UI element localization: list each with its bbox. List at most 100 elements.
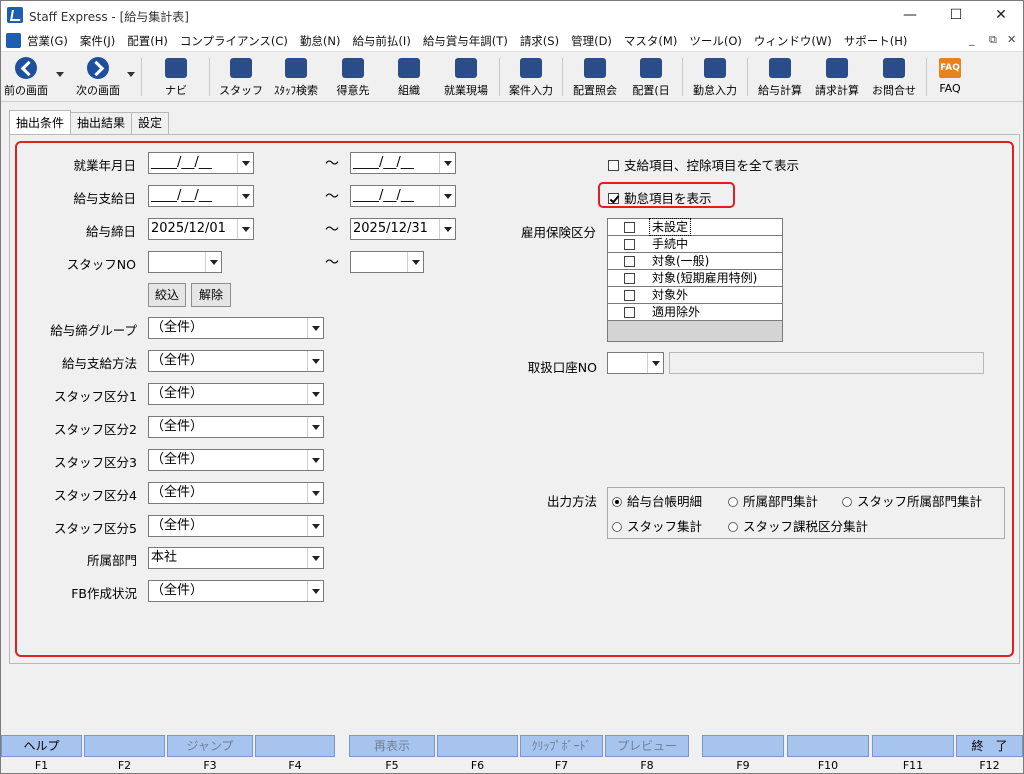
f11-button[interactable] [872, 735, 954, 757]
chevron-down-icon[interactable] [307, 351, 323, 371]
list-item[interactable]: 手続中 [608, 236, 782, 253]
checkbox-unchecked-icon[interactable] [624, 256, 635, 267]
chevron-down-icon[interactable] [307, 417, 323, 437]
staff-cat5-select[interactable]: （全件） [148, 515, 324, 537]
client-button[interactable]: 得意先 [329, 54, 377, 100]
staff-search-button[interactable]: ｽﾀｯﾌ検索 [267, 54, 325, 100]
menu-billing[interactable]: 請求(S) [520, 33, 559, 49]
output-dept-summary-radio[interactable]: 所属部門集計 [728, 491, 818, 510]
close-date-to-field[interactable]: 2025/12/31 [350, 218, 456, 240]
chevron-down-icon[interactable] [307, 384, 323, 404]
staff-no-from-select[interactable] [148, 251, 222, 273]
chevron-down-icon[interactable] [647, 353, 663, 373]
f7-clipboard-button[interactable]: ｸﾘｯﾌﾟﾎﾞｰﾄﾞ [520, 735, 603, 757]
navi-button[interactable]: ナビ [153, 54, 199, 100]
attendance-input-button[interactable]: 勤怠入力 [687, 54, 743, 100]
clear-button[interactable]: 解除 [191, 283, 231, 307]
billing-calc-button[interactable]: 請求計算 [809, 54, 865, 100]
case-input-button[interactable]: 案件入力 [504, 54, 558, 100]
show-all-items-checkbox[interactable]: 支給項目、控除項目を全て表示 [608, 155, 799, 174]
show-attendance-checkbox[interactable]: 勤怠項目を表示 [608, 188, 712, 207]
output-staff-dept-summary-radio[interactable]: スタッフ所属部門集計 [842, 491, 982, 510]
menu-payroll[interactable]: 給与賞与年調(T) [423, 33, 508, 49]
department-select[interactable]: 本社 [148, 547, 324, 569]
f8-preview-button[interactable]: プレビュー [605, 735, 689, 757]
staff-cat4-select[interactable]: （全件） [148, 482, 324, 504]
list-item[interactable]: 対象外 [608, 287, 782, 304]
chevron-down-icon[interactable] [237, 153, 253, 173]
menu-master[interactable]: マスタ(M) [624, 33, 677, 49]
forward-button[interactable]: 次の画面 [69, 54, 127, 100]
output-staff-summary-radio[interactable]: スタッフ集計 [612, 516, 702, 535]
pay-date-from-field[interactable]: ____/__/__ [148, 185, 254, 207]
work-date-from-field[interactable]: ____/__/__ [148, 152, 254, 174]
checkbox-unchecked-icon[interactable] [624, 222, 635, 233]
list-item[interactable]: 未設定 [608, 218, 782, 236]
minimize-button[interactable]: — [887, 1, 933, 30]
menu-attendance[interactable]: 勤怠(N) [300, 33, 341, 49]
checkbox-unchecked-icon[interactable] [608, 160, 619, 171]
checkbox-unchecked-icon[interactable] [624, 273, 635, 284]
list-item[interactable]: 適用除外 [608, 304, 782, 321]
menu-assignment[interactable]: 配置(H) [127, 33, 168, 49]
chevron-down-icon[interactable] [307, 450, 323, 470]
menu-compliance[interactable]: コンプライアンス(C) [180, 33, 288, 49]
contact-button[interactable]: お問合せ [867, 54, 921, 100]
close-button[interactable]: ✕ [978, 1, 1024, 30]
f9-button[interactable] [702, 735, 784, 757]
menu-cases[interactable]: 案件(J) [80, 33, 115, 49]
chevron-down-icon[interactable] [439, 219, 455, 239]
chevron-down-icon[interactable] [307, 318, 323, 338]
back-dropdown-icon[interactable] [56, 72, 64, 77]
radio-unselected-icon[interactable] [612, 522, 622, 532]
output-staff-tax-summary-radio[interactable]: スタッフ課税区分集計 [728, 516, 868, 535]
staff-button[interactable]: スタッフ [219, 54, 263, 100]
f4-button[interactable] [255, 735, 335, 757]
chevron-down-icon[interactable] [439, 153, 455, 173]
menu-support[interactable]: サポート(H) [844, 33, 908, 49]
chevron-down-icon[interactable] [307, 516, 323, 536]
f3-jump-button[interactable]: ジャンプ [167, 735, 253, 757]
filter-button[interactable]: 絞込 [148, 283, 186, 307]
maximize-button[interactable]: ☐ [933, 1, 979, 30]
list-item[interactable]: 対象(短期雇用特例) [608, 270, 782, 287]
radio-selected-icon[interactable] [612, 497, 622, 507]
work-date-to-field[interactable]: ____/__/__ [350, 152, 456, 174]
tab-extract-results[interactable]: 抽出結果 [70, 112, 133, 134]
f5-refresh-button[interactable]: 再表示 [349, 735, 435, 757]
close-date-from-field[interactable]: 2025/12/01 [148, 218, 254, 240]
mdi-minimize-button[interactable]: _ [969, 33, 975, 46]
chevron-down-icon[interactable] [307, 483, 323, 503]
chevron-down-icon[interactable] [205, 252, 221, 272]
chevron-down-icon[interactable] [307, 548, 323, 568]
checkbox-unchecked-icon[interactable] [624, 239, 635, 250]
staff-cat1-select[interactable]: （全件） [148, 383, 324, 405]
staff-no-to-select[interactable] [350, 251, 424, 273]
tab-settings[interactable]: 設定 [131, 112, 170, 134]
assign-day-button[interactable]: 配置(日 [627, 54, 675, 100]
radio-unselected-icon[interactable] [728, 522, 738, 532]
org-button[interactable]: 組織 [387, 54, 431, 100]
back-button[interactable]: 前の画面 [1, 54, 51, 100]
account-no-select[interactable] [607, 352, 664, 374]
menu-tools[interactable]: ツール(O) [689, 33, 742, 49]
pay-date-to-field[interactable]: ____/__/__ [350, 185, 456, 207]
f6-button[interactable] [437, 735, 518, 757]
checkbox-checked-icon[interactable] [608, 193, 619, 204]
chevron-down-icon[interactable] [407, 252, 423, 272]
pay-method-select[interactable]: （全件） [148, 350, 324, 372]
radio-unselected-icon[interactable] [842, 497, 852, 507]
list-item[interactable]: 対象(一般) [608, 253, 782, 270]
tab-extract-conditions[interactable]: 抽出条件 [9, 110, 72, 134]
checkbox-unchecked-icon[interactable] [624, 290, 635, 301]
menu-admin[interactable]: 管理(D) [571, 33, 612, 49]
assign-inquiry-button[interactable]: 配置照会 [567, 54, 623, 100]
checkbox-unchecked-icon[interactable] [624, 307, 635, 318]
f1-help-button[interactable]: ヘルプ [1, 735, 82, 757]
chevron-down-icon[interactable] [307, 581, 323, 601]
chevron-down-icon[interactable] [237, 186, 253, 206]
output-ledger-detail-radio[interactable]: 給与台帳明細 [612, 491, 702, 510]
f2-button[interactable] [84, 735, 165, 757]
faq-button[interactable]: FAQ FAQ [931, 54, 969, 100]
staff-cat2-select[interactable]: （全件） [148, 416, 324, 438]
